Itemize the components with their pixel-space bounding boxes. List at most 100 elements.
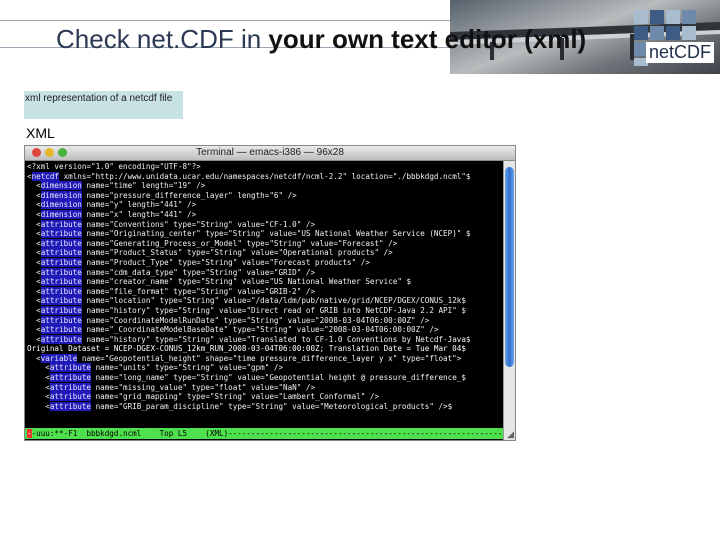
code-prefix: < (27, 334, 41, 344)
xml-tag-name: attribute (40, 257, 82, 267)
vertical-scrollbar[interactable]: ◢ (503, 161, 515, 440)
code-line: <dimension name="pressure_difference_lay… (27, 190, 502, 201)
logo-text: netCDF (646, 42, 715, 63)
xml-tag-name: attribute (40, 267, 82, 277)
code-suffix: name="long_name" type="String" value="Ge… (91, 373, 466, 383)
code-suffix: name="file_format" type="String" value="… (81, 286, 316, 296)
xml-tag-name: attribute (40, 229, 82, 239)
xml-tag-name: attribute (49, 392, 92, 402)
code-line: <attribute name="cdm_data_type" type="St… (27, 267, 502, 278)
xml-tag-name: variable (40, 353, 78, 363)
code-suffix: name="units" type="String" value="gpm" /… (91, 363, 284, 373)
code-prefix: < (27, 325, 41, 335)
slide-header: Check net.CDF in your own text editor (x… (0, 0, 720, 74)
code-prefix: < (27, 286, 41, 296)
code-line: <variable name="Geopotential_height" sha… (27, 353, 502, 364)
code-suffix: name="Generating_Process_or_Model" type=… (81, 238, 398, 248)
code-line: <attribute name="Product_Status" type="S… (27, 248, 502, 258)
code-prefix: < (27, 209, 41, 219)
logo-square (634, 10, 648, 24)
code-prefix: < (27, 392, 50, 402)
code-suffix: name="x" length="441" /> (81, 209, 197, 219)
code-prefix: < (27, 401, 50, 411)
code-suffix: name="pressure_difference_layer" length=… (81, 190, 297, 200)
editor-buffer[interactable]: <?xml version="1.0" encoding="UTF-8"?> <n… (27, 162, 502, 426)
xml-tag-name: attribute (40, 219, 82, 229)
code-line: <attribute name="creator_name" type="Str… (27, 277, 502, 287)
code-line: <attribute name="history" type="String" … (27, 334, 502, 345)
xml-tag-name: attribute (40, 286, 82, 296)
code-prefix: < (27, 353, 41, 363)
emacs-modeline: --uuu:**-F1 bbbkdgd.ncml Top L5 (XML)---… (25, 428, 503, 439)
xml-tag-name: attribute (49, 373, 92, 383)
xml-tag-name: dimension (40, 200, 82, 210)
logo-square (666, 26, 680, 40)
xml-tag-name: attribute (40, 315, 82, 325)
code-prefix: < (27, 171, 32, 181)
code-line: <attribute name="Product_Type" type="Str… (27, 257, 502, 268)
xml-tag-name: attribute (40, 325, 82, 335)
code-prefix: < (27, 248, 41, 258)
logo-square (682, 26, 696, 40)
code-line: <attribute name="CoordinateModelRunDate"… (27, 315, 502, 326)
xml-tag-name: attribute (40, 238, 82, 248)
xml-tag-name: dimension (40, 181, 82, 191)
terminal-titlebar[interactable]: Terminal — emacs-i386 — 96x28 (25, 146, 515, 161)
terminal-title: Terminal — emacs-i386 — 96x28 (196, 147, 344, 158)
code-suffix: name="time" length="19" /> (81, 181, 206, 191)
code-line: <attribute name="long_name" type="String… (27, 373, 502, 383)
code-line: <attribute name="_CoordinateModelBaseDat… (27, 325, 502, 335)
code-prefix: < (27, 296, 41, 306)
modeline-text: -uuu:**-F1 bbbkdgd.ncml Top L5 (XML)----… (31, 429, 503, 438)
code-line: <dimension name="x" length="441" /> (27, 209, 502, 220)
code-suffix: name="history" type="String" value="Tran… (81, 334, 471, 344)
code-line: <attribute name="Conventions" type="Stri… (27, 219, 502, 230)
title-plain: Check net.CDF in (56, 24, 269, 54)
code-line: <attribute name="GRIB_param_discipline" … (27, 401, 502, 412)
xml-tag-name: attribute (40, 248, 82, 258)
code-suffix: name="Product_Type" type="String" value=… (81, 257, 370, 267)
xml-tag-name: attribute (40, 334, 82, 344)
code-line: <attribute name="history" type="String" … (27, 305, 502, 316)
xml-tag-name: attribute (49, 382, 92, 392)
xml-tag-name: dimension (40, 190, 82, 200)
header-rule (0, 20, 470, 21)
code-prefix: < (27, 267, 41, 277)
code-line: <netcdf xmlns="http://www.unidata.ucar.e… (27, 171, 502, 182)
title-bold: your own text editor (xml) (268, 24, 587, 54)
logo-square (634, 26, 648, 40)
code-prefix: < (27, 305, 41, 315)
code-line: <attribute name="missing_value" type="fl… (27, 382, 502, 393)
code-prefix: <?xml version="1.0" encoding="UTF-8"?> (27, 162, 201, 171)
logo-square (666, 10, 680, 24)
code-suffix: xmlns="http://www.unidata.ucar.edu/names… (59, 171, 471, 181)
code-suffix: name="Geopotential_height" shape="time p… (77, 353, 462, 363)
code-suffix: name="cdm_data_type" type="String" value… (81, 267, 316, 277)
code-prefix: < (27, 277, 41, 287)
xml-tag-name: attribute (40, 296, 82, 306)
code-prefix: < (27, 181, 41, 191)
xml-tag-name: attribute (49, 401, 92, 411)
scrollbar-thumb[interactable] (505, 167, 514, 367)
xml-tag-name: attribute (49, 363, 92, 373)
code-suffix: name="Product_Status" type="String" valu… (81, 248, 393, 258)
code-suffix: name="Conventions" type="String" value="… (81, 219, 316, 229)
code-suffix: name="_CoordinateModelBaseDate" type="St… (81, 325, 439, 335)
code-suffix: name="creator_name" type="String" value=… (81, 277, 412, 287)
code-line: Original Dataset = NCEP-DGEX-CONUS_12km_… (27, 344, 502, 354)
code-suffix: name="history" type="String" value="Dire… (81, 305, 466, 315)
code-suffix: name="CoordinateModelRunDate" type="Stri… (81, 315, 430, 325)
code-line: <attribute name="grid_mapping" type="Str… (27, 392, 502, 402)
xml-tag-name: attribute (40, 305, 82, 315)
code-prefix: < (27, 229, 41, 239)
code-prefix: Original Dataset = NCEP-DGEX-CONUS_12km_… (27, 344, 466, 354)
page-title: Check net.CDF in your own text editor (x… (56, 24, 586, 55)
code-prefix: < (27, 382, 50, 392)
code-line: <attribute name="file_format" type="Stri… (27, 286, 502, 297)
caption-box: xml representation of a netcdf file (24, 91, 183, 119)
terminal-window: Terminal — emacs-i386 — 96x28 <?xml vers… (24, 145, 516, 441)
code-prefix: < (27, 363, 50, 373)
code-line: <dimension name="time" length="19" /> (27, 181, 502, 191)
resize-grip-icon[interactable]: ◢ (507, 430, 514, 439)
code-suffix: name="missing_value" type="float" value=… (91, 382, 316, 392)
